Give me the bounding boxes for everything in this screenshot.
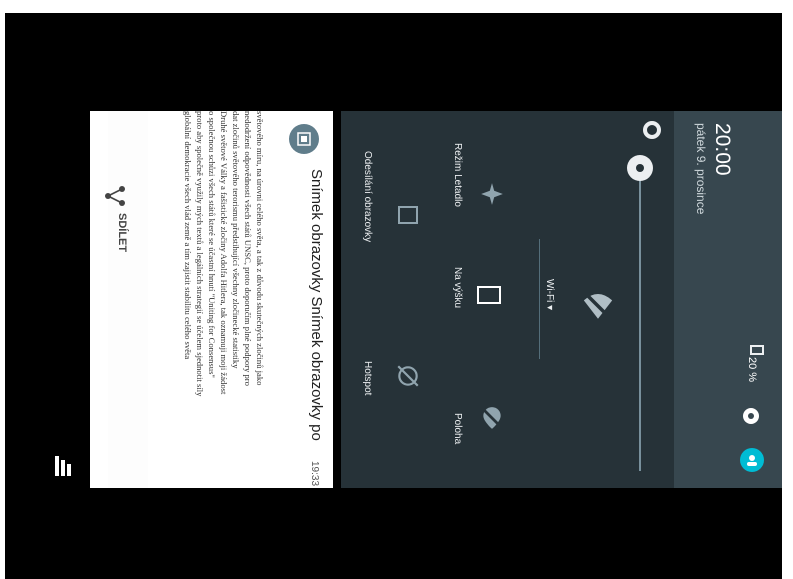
tile-label: Na výšku	[452, 267, 463, 309]
tile-label: Odesílání obrazovky	[362, 151, 373, 243]
battery-level: 20 %	[746, 357, 758, 383]
date: pátek 9. prosince	[694, 123, 708, 215]
tile-location[interactable]: Poloha	[441, 381, 531, 481]
notification-shade-header: 20:00 pátek 9. prosince 20 %	[674, 111, 782, 488]
doc-line: dat zločinů světového terorismu předstih…	[231, 111, 241, 369]
airplane-icon	[481, 183, 503, 205]
tile-label: Wi-Fi ▾	[544, 279, 555, 311]
image-icon	[297, 132, 311, 146]
tile-rotation[interactable]: Na výšku	[441, 261, 531, 351]
location-off-icon	[481, 407, 503, 429]
tile-divider	[539, 239, 540, 359]
battery-icon	[750, 345, 764, 355]
brightness-icon	[643, 121, 661, 139]
portrait-rotation-icon	[477, 286, 501, 304]
doc-line: Druhé světové Války a fašistické zločiny…	[219, 111, 229, 395]
tile-label: Režim Letadlo	[452, 143, 463, 207]
app-icon	[289, 124, 319, 154]
doc-line: nedodržení odpovědnosti všech států UNSC…	[243, 111, 253, 386]
quick-settings-panel: Wi-Fi ▾ Režim Letadlo Na výšku Poloha Od…	[341, 111, 674, 488]
tile-wifi[interactable]: Wi-Fi ▾	[537, 231, 627, 361]
notification-title: Snímek obrazovky Snímek obrazovky po	[308, 169, 325, 441]
tile-airplane[interactable]: Režim Letadlo	[441, 131, 531, 231]
doc-line: o společnou schůzi všech států které se …	[207, 111, 217, 378]
settings-gear-icon[interactable]	[740, 405, 762, 427]
tile-label: Hotspot	[362, 361, 373, 396]
notification-header: Snímek obrazovky Snímek obrazovky po 19:…	[265, 111, 333, 488]
tile-cast[interactable]: Odesílání obrazovky	[351, 151, 441, 261]
share-label: SDÍLET	[116, 213, 128, 253]
screenshot-notification[interactable]: světového míru, na úrovni celého světa, …	[90, 111, 333, 488]
share-button[interactable]: SDÍLET	[98, 179, 138, 279]
doc-line: globální demokracie všech vlád země a tí…	[183, 111, 193, 360]
wifi-off-icon	[583, 291, 613, 321]
brightness-slider[interactable]	[627, 111, 674, 488]
cast-screen-icon	[398, 206, 418, 224]
hotspot-off-icon	[397, 365, 419, 387]
signal-bars-icon	[54, 454, 74, 478]
tile-hotspot[interactable]: Hotspot	[351, 341, 441, 451]
doc-line: proto aby společně využily mých textů a …	[195, 111, 205, 397]
brightness-thumb[interactable]	[627, 155, 653, 181]
clock: 20:00	[711, 123, 734, 176]
screenshot-preview: světového míru, na úrovni celého světa, …	[90, 111, 265, 488]
tile-label: Poloha	[452, 413, 463, 445]
brightness-track	[639, 171, 641, 471]
user-avatar-icon[interactable]	[740, 448, 764, 472]
share-icon	[105, 186, 125, 206]
notification-time: 19:33	[309, 461, 320, 487]
doc-line: světového míru, na úrovni celého světa, …	[255, 111, 265, 386]
